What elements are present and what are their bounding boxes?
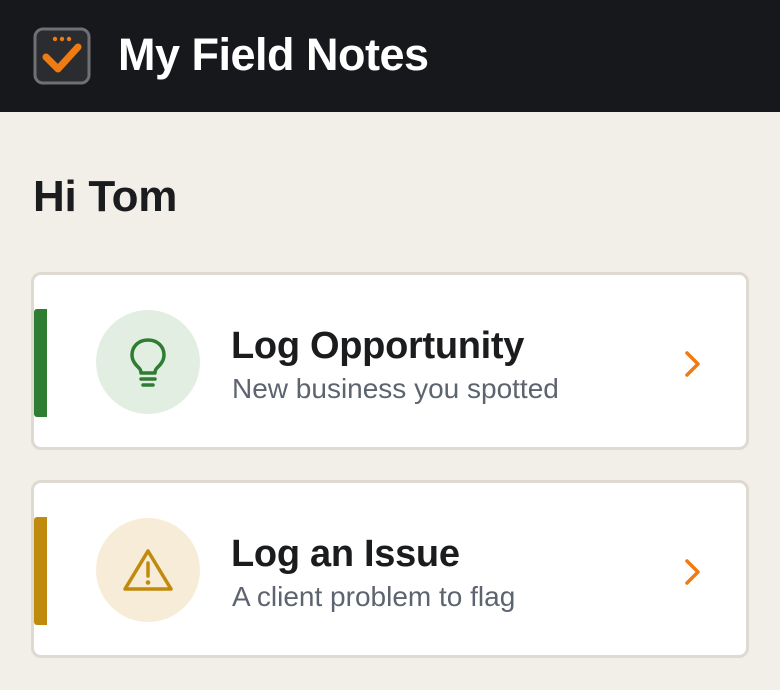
warning-triangle-icon — [123, 549, 173, 591]
card-title: Log Opportunity — [231, 325, 525, 367]
log-opportunity-card[interactable]: Log Opportunity New business you spotted — [31, 272, 749, 450]
card-accent-bar — [34, 309, 47, 417]
checkbox-check-icon — [33, 27, 91, 85]
chevron-right-icon — [685, 351, 700, 377]
card-title: Log an Issue — [231, 533, 460, 575]
card-subtitle: A client problem to flag — [232, 581, 516, 612]
card-subtitle: New business you spotted — [232, 373, 559, 404]
app-header: My Field Notes — [0, 0, 780, 112]
log-issue-card[interactable]: Log an Issue A client problem to flag — [31, 480, 749, 658]
greeting-heading: Hi Tom — [33, 172, 178, 221]
app-title: My Field Notes — [118, 29, 429, 80]
card-accent-bar — [34, 517, 47, 625]
icon-badge — [96, 310, 200, 414]
lightbulb-icon — [130, 338, 166, 387]
icon-badge — [96, 518, 200, 622]
chevron-right-icon — [685, 559, 700, 585]
